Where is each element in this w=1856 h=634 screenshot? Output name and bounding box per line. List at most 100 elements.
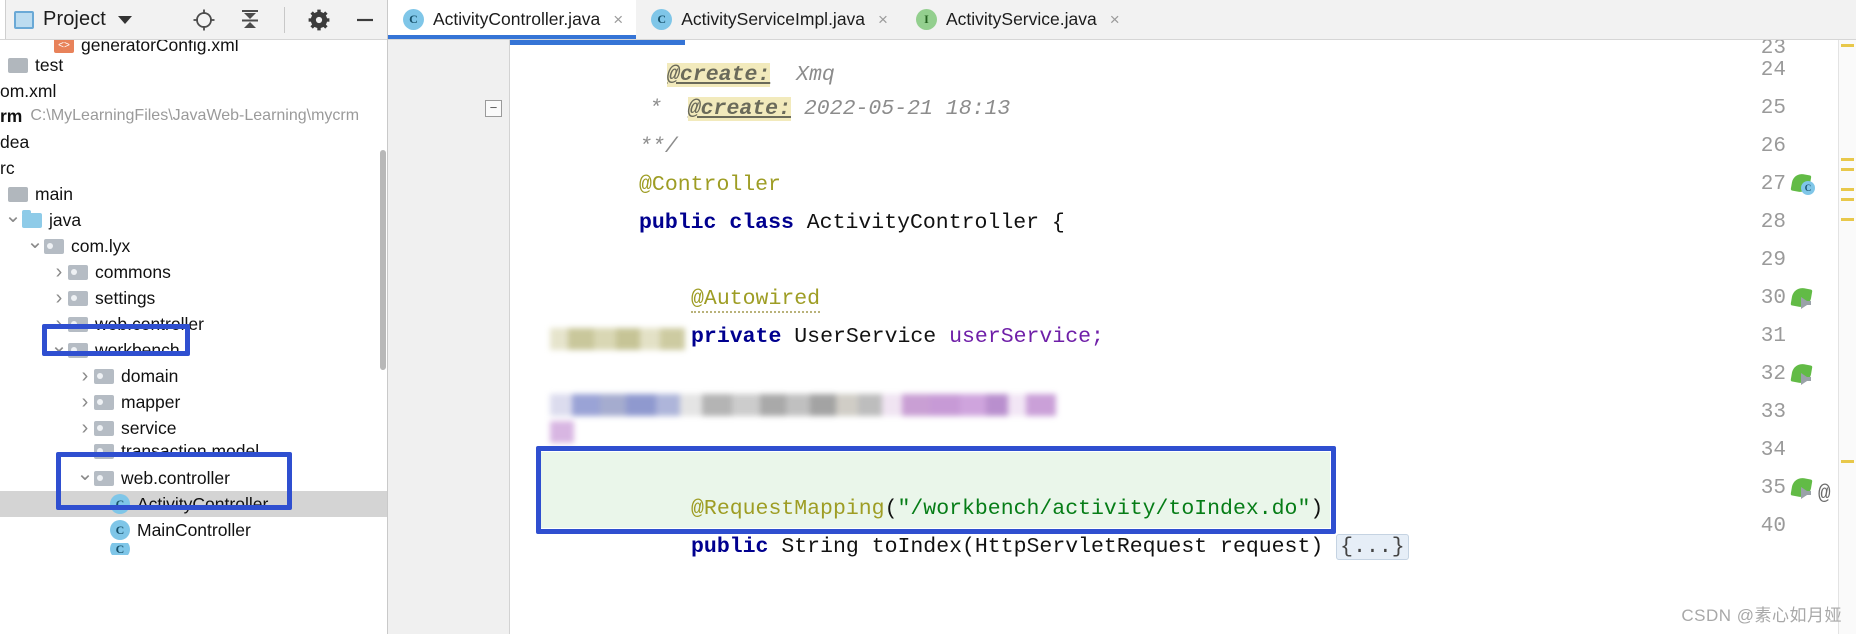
warning-marker[interactable] — [1841, 44, 1854, 47]
java-class-icon: C — [110, 543, 130, 555]
tree-item-label: service — [121, 417, 177, 438]
warning-marker[interactable] — [1841, 158, 1854, 161]
tab-activityserviceimpl[interactable]: C ActivityServiceImpl.java × — [636, 0, 901, 39]
locate-icon[interactable] — [192, 8, 216, 32]
tab-label: ActivityServiceImpl.java — [681, 9, 866, 29]
project-tool-window: Project <> generatorConfig.xml test om.x… — [0, 0, 388, 634]
sidebar-item-src[interactable]: rc — [0, 155, 387, 181]
gear-icon[interactable] — [307, 8, 331, 32]
code-editor[interactable]: 23 24 25 26 27 C 28 29 30 31 32 33 34 35… — [388, 40, 1856, 634]
package-icon — [94, 443, 114, 459]
editor-tabs[interactable]: C ActivityController.java × C ActivitySe… — [388, 0, 1856, 40]
code-token: ActivityController { — [806, 211, 1065, 235]
code-line-29: @Autowired — [510, 242, 1856, 313]
code-token: private — [691, 325, 782, 349]
sidebar-item-com-lyx[interactable]: com.lyx — [0, 233, 387, 259]
tab-activityservice[interactable]: I ActivityService.java × — [900, 0, 1133, 39]
sidebar-item-activitycontroller[interactable]: C ActivityController — [0, 491, 387, 517]
sidebar-item-workbench[interactable]: workbench — [0, 337, 387, 363]
code-token: class — [729, 211, 794, 235]
tree-item-label: om.xml — [0, 80, 57, 101]
chevron-right-icon[interactable] — [50, 288, 68, 308]
chevron-down-icon[interactable] — [117, 15, 132, 24]
editor-area: C ActivityController.java × C ActivitySe… — [388, 0, 1856, 634]
code-line-24: * @create: 2022-05-21 18:13 — [510, 52, 1856, 121]
close-icon[interactable]: × — [878, 10, 888, 30]
chevron-right-icon[interactable] — [76, 366, 94, 386]
tool-window-left-strip — [0, 0, 6, 39]
sidebar-item-java[interactable]: java — [0, 207, 387, 233]
java-class-icon: C — [403, 9, 424, 30]
code-token: String — [781, 535, 859, 559]
package-icon — [44, 238, 64, 254]
code-token: public — [691, 535, 769, 559]
java-class-icon: C — [651, 9, 673, 30]
minimize-icon[interactable] — [353, 8, 377, 32]
code-line-27: public class ActivityController { — [510, 166, 1856, 235]
sidebar-item-web-controller-top[interactable]: web.controller — [0, 311, 387, 337]
sidebar-item-pom-xml[interactable]: om.xml — [0, 78, 387, 104]
collapsed-method-body[interactable]: {...} — [1336, 534, 1409, 560]
chevron-down-icon[interactable] — [26, 236, 44, 256]
tree-item-label: java — [49, 209, 82, 230]
sidebar-item-settings[interactable]: settings — [0, 285, 387, 311]
close-icon[interactable]: × — [613, 10, 623, 30]
editor-gutter[interactable] — [388, 40, 510, 634]
project-tool-window-header: Project — [0, 0, 387, 40]
sidebar-item-main[interactable]: main — [0, 181, 387, 207]
code-text[interactable]: @create: Xmq * @create: 2022-05-21 18:13… — [510, 40, 1856, 634]
folder-gray-icon — [8, 186, 28, 202]
chevron-right-icon[interactable] — [76, 418, 94, 438]
sidebar-item-module-root[interactable]: rm C:\MyLearningFiles\JavaWeb-Learning\m… — [0, 103, 387, 129]
chevron-down-icon[interactable] — [76, 468, 94, 488]
warning-marker[interactable] — [1841, 168, 1854, 171]
sidebar-item-mapper[interactable]: mapper — [0, 389, 387, 415]
warning-marker[interactable] — [1841, 198, 1854, 201]
tab-activitycontroller[interactable]: C ActivityController.java × — [388, 0, 637, 39]
sidebar-item-test[interactable]: test — [0, 52, 387, 78]
java-class-icon: C — [110, 520, 130, 540]
tree-item-label: main — [35, 183, 73, 204]
code-line-25: **/ — [510, 90, 1856, 159]
package-icon — [68, 264, 88, 280]
chevron-right-icon[interactable] — [50, 314, 68, 334]
tree-item-label: commons — [95, 261, 171, 282]
tree-item-label: transaction model — [121, 440, 260, 461]
xml-file-icon: <> — [54, 40, 74, 53]
editor-marker-gutter[interactable] — [1838, 40, 1856, 634]
chevron-down-icon[interactable] — [50, 340, 68, 360]
package-icon — [94, 420, 114, 436]
collapse-all-icon[interactable] — [238, 8, 262, 32]
code-fold-icon[interactable]: − — [485, 100, 502, 117]
package-icon — [68, 316, 88, 332]
sidebar-item-commons[interactable]: commons — [0, 259, 387, 285]
sidebar-item-idea[interactable]: dea — [0, 129, 387, 155]
module-path-text: C:\MyLearningFiles\JavaWeb-Learning\mycr… — [30, 107, 360, 124]
warning-marker[interactable] — [1841, 460, 1854, 463]
java-class-icon: C — [110, 494, 130, 514]
list-item[interactable]: C — [0, 543, 387, 555]
code-line-35: public String toIndex(HttpServletRequest… — [510, 490, 1856, 560]
tab-label: ActivityService.java — [945, 9, 1097, 29]
folder-gray-icon — [8, 57, 28, 73]
tree-item-label: rc — [0, 157, 15, 178]
sidebar-item-maincontroller[interactable]: C MainController — [0, 517, 387, 543]
project-tree[interactable]: <> generatorConfig.xml test om.xml rm C:… — [0, 40, 387, 634]
warning-marker[interactable] — [1841, 218, 1854, 221]
sidebar-item-transaction-model[interactable]: transaction model — [0, 438, 387, 464]
tree-item-label: settings — [95, 287, 156, 308]
chevron-right-icon[interactable] — [50, 262, 68, 282]
tree-item-label: domain — [121, 365, 179, 386]
package-icon — [94, 368, 114, 384]
chevron-right-icon[interactable] — [76, 392, 94, 412]
package-icon — [68, 290, 88, 306]
folder-blue-icon — [22, 209, 42, 228]
warning-marker[interactable] — [1841, 188, 1854, 191]
chevron-down-icon[interactable] — [4, 210, 22, 230]
sidebar-scrollbar-thumb[interactable] — [380, 150, 386, 370]
sidebar-scrollbar[interactable] — [379, 40, 387, 634]
close-icon[interactable]: × — [1110, 10, 1120, 30]
sidebar-item-domain[interactable]: domain — [0, 363, 387, 389]
sidebar-item-web-controller[interactable]: web.controller — [0, 465, 387, 491]
code-token: toIndex(HttpServletRequest request) — [871, 535, 1324, 559]
